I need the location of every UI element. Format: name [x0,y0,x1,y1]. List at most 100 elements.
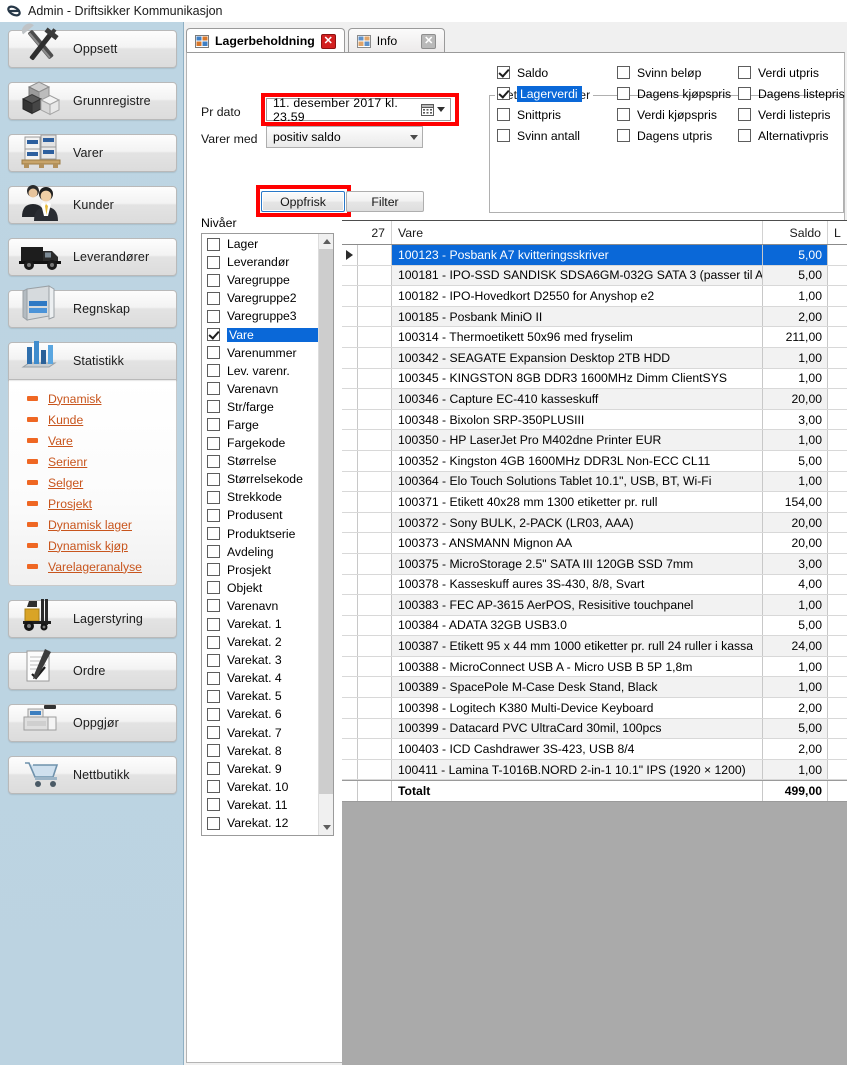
nivaa-item[interactable]: Varenavn [202,380,319,398]
table-row[interactable]: 100314 - Thermoetikett 50x96 med fryseli… [342,327,847,348]
pr-dato-input[interactable]: 11. desember 2017 kl. 23.59 [266,96,451,124]
checkbox-icon[interactable] [617,87,630,100]
checkbox-icon[interactable] [207,635,220,649]
table-row[interactable]: 100182 - IPO-Hovedkort D2550 for Anyshop… [342,286,847,307]
nivaa-item[interactable]: Størrelsekode [202,470,319,488]
stat-link-prosjekt[interactable]: Prosjekt [9,493,176,514]
sidebar-item-oppgjor[interactable]: Oppgjør [8,704,177,742]
checkbox-icon[interactable] [738,129,751,142]
nivaa-item[interactable]: Varekat. 4 [202,669,319,687]
checkbox-icon[interactable] [497,66,510,79]
varer-med-select[interactable]: positiv saldo [266,126,423,148]
table-row[interactable]: 100185 - Posbank MiniO II 2,00 [342,306,847,328]
checkbox-row-dagens-kjopspris[interactable]: Dagens kjøpspris [617,84,731,103]
checkbox-icon[interactable] [617,129,630,142]
nivaa-item[interactable]: Varekat. 11 [202,796,319,814]
checkbox-icon[interactable] [207,617,220,631]
sidebar-item-varer[interactable]: Varer [8,134,177,172]
table-row[interactable]: 100123 - Posbank A7 kvitteringsskriver 5,… [342,245,847,266]
table-row[interactable]: 100384 - ADATA 32GB USB3.0 5,00 [342,615,847,637]
checkbox-icon[interactable] [497,87,510,100]
table-row[interactable]: 100350 - HP LaserJet Pro M402dne Printer… [342,430,847,451]
checkbox-row-svinn-belop[interactable]: Svinn beløp [617,63,731,82]
sidebar-item-leverandorer[interactable]: Leverandører [8,238,177,276]
nivaa-item[interactable]: Leverandør [202,253,319,271]
checkbox-row-verdi-utpris[interactable]: Verdi utpris [738,63,845,82]
nivaa-item[interactable]: Varekat. 9 [202,760,319,778]
nivaa-item[interactable]: Vare [202,325,319,343]
nivaa-item[interactable]: Varekat. 8 [202,742,319,760]
grid-header-vare[interactable]: Vare [392,221,763,244]
nivaa-item[interactable]: Objekt [202,579,319,597]
nivaa-item[interactable]: Størrelse [202,452,319,470]
checkbox-icon[interactable] [207,707,220,721]
lagerbeholdning-grid[interactable]: 27 Vare Saldo L 100123 - Posbank A7 kvit… [342,220,847,1065]
checkbox-icon[interactable] [738,108,751,121]
nivaa-item[interactable]: Fargekode [202,434,319,452]
sidebar-item-kunder[interactable]: Kunder [8,185,177,224]
table-row[interactable]: 100399 - Datacard PVC UltraCard 30mil, 1… [342,718,847,740]
table-row[interactable]: 100372 - Sony BULK, 2-PACK (LR03, AAA) 20… [342,512,847,534]
tab-info[interactable]: Info ✕ [347,28,446,53]
sidebar-item-grunnregistre[interactable]: Grunnregistre [8,81,177,120]
checkbox-row-verdi-kjopspris[interactable]: Verdi kjøpspris [617,105,731,124]
checkbox-icon[interactable] [207,273,220,287]
scroll-thumb[interactable] [319,249,333,794]
checkbox-row-lagerverdi[interactable]: Lagerverdi [497,84,582,103]
nivaa-item[interactable]: Varekat. 6 [202,705,319,723]
stat-link-dynamisk-kjop[interactable]: Dynamisk kjøp [9,535,176,556]
checkbox-icon[interactable] [207,744,220,758]
table-row[interactable]: 100398 - Logitech K380 Multi-Device Keyb… [342,698,847,719]
checkbox-icon[interactable] [207,563,220,577]
nivaa-item[interactable]: Produsent [202,506,319,524]
nivaaer-scrollbar[interactable] [318,234,333,835]
checkbox-icon[interactable] [207,255,220,269]
scroll-up-icon[interactable] [319,234,333,249]
filter-button[interactable]: Filter [346,191,424,212]
stat-link-serienr[interactable]: Serienr [9,451,176,472]
checkbox-icon[interactable] [207,400,220,414]
table-row[interactable]: 100373 - ANSMANN Mignon AA 20,00 [342,533,847,554]
checkbox-icon[interactable] [207,454,220,468]
checkbox-icon[interactable] [207,762,220,776]
checkbox-icon[interactable] [207,527,220,541]
checkbox-row-saldo[interactable]: Saldo [497,63,582,82]
checkbox-row-snittpris[interactable]: Snittpris [497,105,582,124]
stat-link-dynamisk[interactable]: Dynamisk [9,388,176,409]
nivaa-item[interactable]: Lager [202,235,319,253]
sidebar-item-statistikk[interactable]: Statistikk [8,341,177,380]
nivaa-item[interactable]: Varekat. 10 [202,778,319,796]
checkbox-icon[interactable] [207,328,220,342]
chevron-down-icon[interactable] [437,107,445,112]
checkbox-icon[interactable] [207,436,220,450]
nivaa-item[interactable]: Str/farge [202,398,319,416]
oppfrisk-button[interactable]: Oppfrisk [261,191,345,212]
checkbox-icon[interactable] [207,816,220,830]
checkbox-icon[interactable] [617,66,630,79]
checkbox-icon[interactable] [207,309,220,323]
table-row[interactable]: 100352 - Kingston 4GB 1600MHz DDR3L Non-… [342,450,847,472]
checkbox-icon[interactable] [207,689,220,703]
nivaa-item[interactable]: Varekat. 3 [202,651,319,669]
table-row[interactable]: 100403 - ICD Cashdrawer 3S-423, USB 8/4 2… [342,739,847,760]
sidebar-item-lagerstyring[interactable]: Lagerstyring [8,599,177,638]
table-row[interactable]: 100387 - Etikett 95 x 44 mm 1000 etikett… [342,636,847,657]
stat-link-varelageranalyse[interactable]: Varelageranalyse [9,556,176,577]
tab-lagerbeholdning[interactable]: Lagerbeholdning ✕ [186,28,345,53]
checkbox-icon[interactable] [738,66,751,79]
close-icon[interactable]: ✕ [421,33,437,49]
grid-header-lagerverdi[interactable]: L [828,221,847,244]
checkbox-icon[interactable] [207,418,220,432]
table-row[interactable]: 100375 - MicroStorage 2.5" SATA III 120G… [342,553,847,575]
table-row[interactable]: 100378 - Kasseskuff aures 3S-430, 8/8, S… [342,574,847,596]
nivaa-item[interactable]: Farge [202,416,319,434]
stat-link-kunde[interactable]: Kunde [9,409,176,430]
checkbox-icon[interactable] [207,472,220,486]
checkbox-icon[interactable] [207,780,220,794]
nivaa-item[interactable]: Produktserie [202,525,319,543]
checkbox-row-verdi-listepris[interactable]: Verdi listepris [738,105,845,124]
table-row[interactable]: 100389 - SpacePole M-Case Desk Stand, Bl… [342,677,847,699]
sidebar-item-oppsett[interactable]: Oppsett [8,23,177,68]
nivaa-item[interactable]: Varenavn [202,597,319,615]
checkbox-icon[interactable] [738,87,751,100]
